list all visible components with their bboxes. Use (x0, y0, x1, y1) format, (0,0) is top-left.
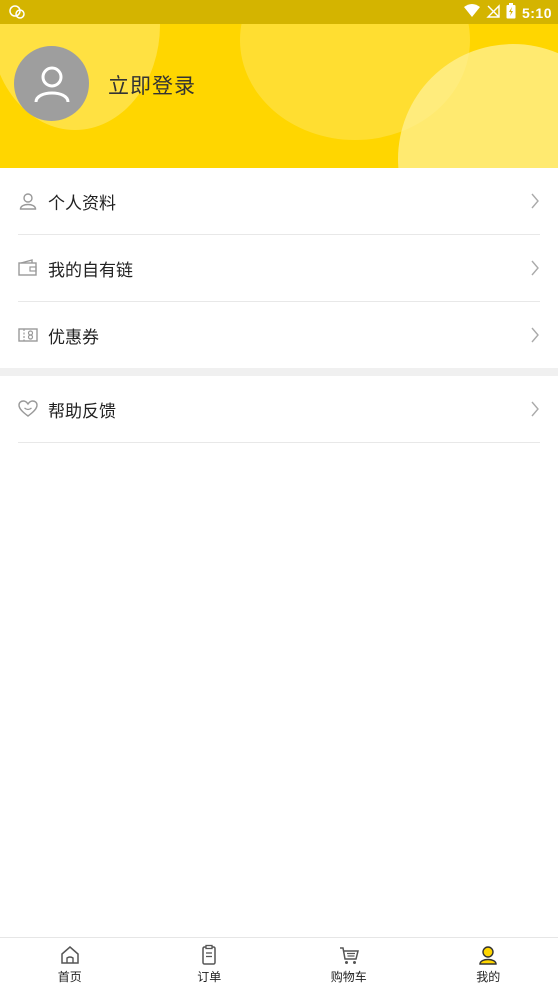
chevron-right-icon (531, 401, 539, 417)
menu-item-coupon[interactable]: 优惠券 (18, 302, 540, 368)
order-icon (202, 944, 216, 965)
chevron-right-icon (531, 193, 539, 209)
tab-label: 首页 (57, 970, 82, 984)
status-bar: 5:10 (0, 0, 558, 24)
tab-home[interactable]: 首页 (0, 938, 140, 992)
menu-list: 个人资料 我的自有链 优惠券 帮助反馈 (0, 168, 558, 443)
tab-label: 订单 (197, 970, 222, 984)
tab-label: 购物车 (330, 970, 367, 984)
status-time: 5:10 (521, 5, 552, 21)
tab-orders[interactable]: 订单 (140, 938, 280, 992)
menu-item-chain[interactable]: 我的自有链 (18, 235, 540, 302)
menu-item-label: 个人资料 (48, 193, 116, 214)
menu-item-profile[interactable]: 个人资料 (18, 168, 540, 235)
coupon-icon (18, 325, 38, 345)
tab-profile[interactable]: 我的 (419, 938, 558, 992)
profile-header: 立即登录 (0, 0, 558, 168)
user-silhouette-icon (34, 66, 69, 102)
tab-label: 我的 (476, 970, 501, 984)
menu-item-label: 帮助反馈 (48, 401, 116, 422)
heart-help-icon (18, 399, 38, 419)
user-avatar-icon[interactable] (14, 46, 89, 121)
menu-item-label: 我的自有链 (48, 260, 133, 281)
chevron-right-icon (531, 260, 539, 276)
profile-icon (479, 946, 497, 965)
home-icon (61, 946, 79, 964)
login-button[interactable]: 立即登录 (108, 70, 196, 100)
signal-off-icon (486, 4, 500, 22)
battery-charging-icon (506, 3, 516, 23)
bottom-tab-bar: 首页 订单 购物车 我的 (0, 937, 558, 992)
wifi-icon (463, 4, 480, 22)
wallet-icon (18, 258, 38, 278)
menu-item-label: 优惠券 (48, 327, 99, 348)
cart-icon (339, 947, 359, 964)
notification-icon (8, 4, 26, 20)
menu-item-help[interactable]: 帮助反馈 (18, 376, 540, 443)
person-icon (18, 191, 38, 211)
section-divider (0, 368, 558, 376)
tab-cart[interactable]: 购物车 (279, 938, 419, 992)
chevron-right-icon (531, 327, 539, 343)
